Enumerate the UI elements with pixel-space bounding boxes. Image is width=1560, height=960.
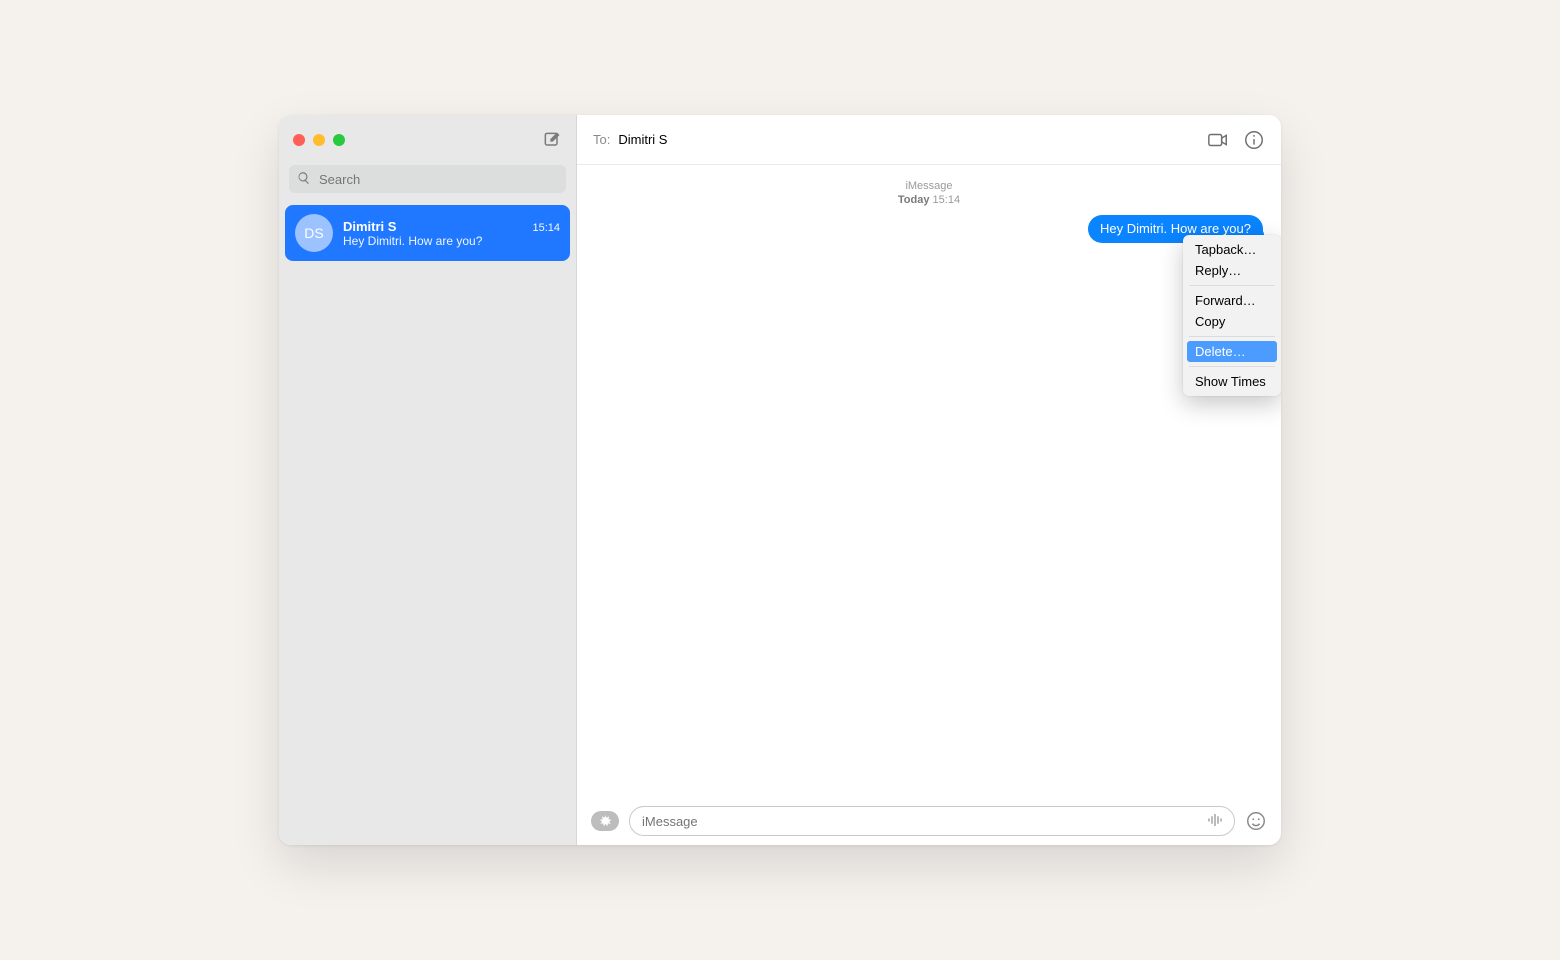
avatar: DS (295, 214, 333, 252)
conversation-item[interactable]: DS Dimitri S 15:14 Hey Dimitri. How are … (285, 205, 570, 261)
menu-item-reply[interactable]: Reply… (1187, 260, 1277, 281)
facetime-icon[interactable] (1207, 129, 1229, 151)
conversation-name: Dimitri S (343, 219, 396, 234)
message-text-field[interactable] (640, 813, 1198, 830)
message-input[interactable] (629, 806, 1235, 836)
menu-separator (1189, 285, 1275, 286)
messages-window: DS Dimitri S 15:14 Hey Dimitri. How are … (279, 115, 1281, 845)
conversation-pane: To: Dimitri S iMessage Today (577, 115, 1281, 845)
apps-button[interactable] (591, 811, 619, 831)
message-context-menu[interactable]: Tapback… Reply… Forward… Copy Delete… Sh… (1183, 235, 1281, 396)
titlebar (279, 115, 576, 165)
message-text: Hey Dimitri. How are you? (1100, 221, 1251, 236)
menu-item-copy[interactable]: Copy (1187, 311, 1277, 332)
compose-button[interactable] (542, 130, 562, 150)
to-recipient[interactable]: Dimitri S (618, 132, 667, 147)
compose-bar (577, 797, 1281, 845)
info-icon[interactable] (1243, 129, 1265, 151)
fullscreen-window-button[interactable] (333, 134, 345, 146)
menu-item-delete[interactable]: Delete… (1187, 341, 1277, 362)
menu-separator (1189, 336, 1275, 337)
thread-timestamp: iMessage Today 15:14 (595, 179, 1263, 207)
sidebar: DS Dimitri S 15:14 Hey Dimitri. How are … (279, 115, 577, 845)
conversation-header: To: Dimitri S (577, 115, 1281, 165)
emoji-picker-icon[interactable] (1245, 810, 1267, 832)
conversation-time: 15:14 (532, 222, 560, 234)
menu-separator (1189, 366, 1275, 367)
window-controls (293, 134, 345, 146)
to-label: To: (593, 132, 610, 147)
search-field[interactable] (289, 165, 566, 193)
menu-item-forward[interactable]: Forward… (1187, 290, 1277, 311)
search-icon (297, 171, 311, 188)
conversation-preview: Hey Dimitri. How are you? (343, 234, 560, 248)
conversation-list: DS Dimitri S 15:14 Hey Dimitri. How are … (279, 201, 576, 265)
audio-message-icon[interactable] (1206, 811, 1224, 832)
chat-area: iMessage Today 15:14 Hey Dimitri. How ar… (577, 165, 1281, 797)
menu-item-tapback[interactable]: Tapback… (1187, 239, 1277, 260)
close-window-button[interactable] (293, 134, 305, 146)
search-input[interactable] (317, 171, 558, 188)
menu-item-show-times[interactable]: Show Times (1187, 371, 1277, 392)
minimize-window-button[interactable] (313, 134, 325, 146)
message-row: Hey Dimitri. How are you? (595, 215, 1263, 243)
